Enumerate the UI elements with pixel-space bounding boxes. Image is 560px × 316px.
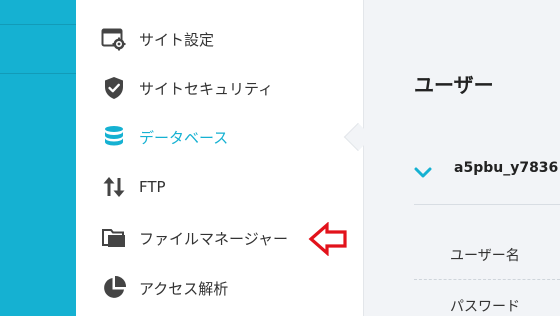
username-label: ユーザー名 — [450, 248, 520, 264]
main-panel: ユーザー a5pbu_y7836 ユーザー名 パスワード — [364, 0, 560, 316]
strip-divider — [0, 24, 76, 25]
sidebar-item-ftp[interactable]: FTP — [76, 162, 363, 212]
password-label: パスワード — [450, 299, 520, 315]
pie-chart-icon — [101, 275, 127, 301]
sidebar-item-label: ファイルマネージャー — [139, 229, 288, 248]
sidebar-item-label: サイトセキュリティ — [139, 79, 274, 98]
sidebar-item-site-settings[interactable]: サイト設定 — [76, 14, 363, 64]
database-name: a5pbu_y7836 — [454, 160, 559, 176]
database-icon — [101, 124, 127, 150]
left-strip — [0, 0, 76, 316]
strip-divider — [0, 73, 76, 74]
sidebar-item-label: データベース — [139, 128, 229, 147]
row-divider — [414, 204, 560, 205]
sidebar-item-access-analytics[interactable]: アクセス解析 — [76, 263, 363, 313]
folder-icon — [101, 225, 127, 251]
annotation-arrow-icon — [308, 221, 348, 257]
sidebar-menu: サイト設定 サイトセキュリティ データベース FTP ファイルマネージャー アク… — [76, 0, 364, 316]
page-title: ユーザー — [414, 73, 494, 97]
site-settings-icon — [101, 26, 127, 52]
sidebar-item-database[interactable]: データベース — [76, 112, 363, 162]
sidebar-item-label: サイト設定 — [139, 30, 215, 49]
shield-icon — [101, 75, 127, 101]
sidebar-item-label: アクセス解析 — [139, 279, 229, 298]
transfer-arrows-icon — [101, 174, 127, 200]
chevron-down-icon[interactable] — [414, 165, 432, 179]
sidebar-item-site-security[interactable]: サイトセキュリティ — [76, 63, 363, 113]
sidebar-item-label: FTP — [139, 178, 166, 196]
field-divider — [414, 279, 560, 280]
